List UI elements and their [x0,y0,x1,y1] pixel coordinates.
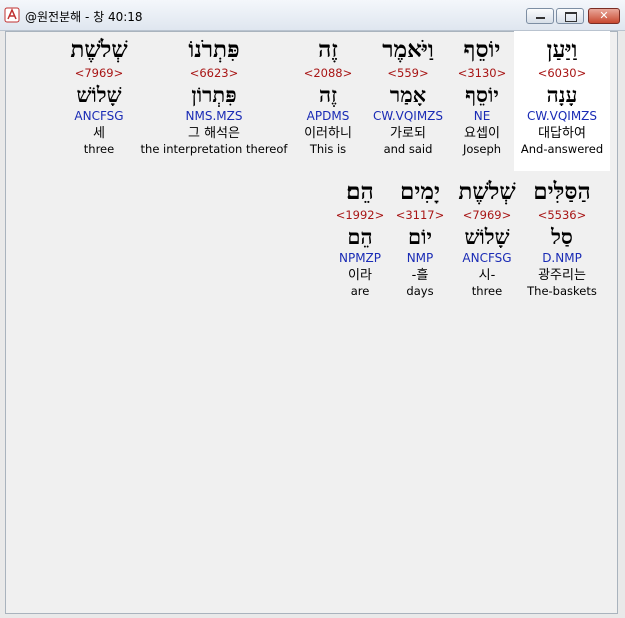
korean-gloss: -흘 [411,268,429,283]
parsing-code: ANCFSG [462,251,512,265]
hebrew-word: הֵם׃ [346,178,374,205]
hebrew-word: הַסַּלִּים [533,178,591,205]
korean-gloss: 세 [93,126,105,141]
english-gloss: And-answered [520,142,604,156]
title-bar[interactable]: @원전분해 - 창 40:18 ✕ [0,0,625,31]
hebrew-word: יָמִים [399,178,441,205]
english-gloss: This is [309,142,347,156]
english-gloss: and said [383,142,433,156]
hebrew-root: שָׁלוֹשׁ [76,82,122,107]
english-gloss: three [471,284,503,298]
english-gloss: three [83,142,115,156]
close-icon: ✕ [599,9,609,22]
hebrew-root: פִּתְרוֹן [191,82,237,107]
strong-number[interactable]: <2088> [292,65,364,81]
strong-number[interactable]: <7969> [454,207,520,223]
word-block[interactable]: פִּתְרֹנוֹ <6623> פִּתְרוֹן NMS.MZS 그 해석… [140,35,288,157]
korean-gloss: 이러하니 [304,126,352,141]
hebrew-root: אָמַר [389,82,427,107]
strong-number[interactable]: <7969> [62,65,136,81]
parsing-code: NPMZP [338,251,382,265]
word-block[interactable]: שְׁלֹשֶׁת <7969> שָׁלוֹשׁ ANCFSG 시- thre… [454,177,520,299]
maximize-button[interactable] [556,8,584,24]
close-button[interactable]: ✕ [588,8,620,24]
strong-number[interactable]: <5536> [524,207,600,223]
hebrew-root: הֵם [347,224,373,249]
korean-gloss: 그 해석은 [188,126,240,141]
parsing-code: CW.VQIMZS [526,109,598,123]
korean-gloss: 시- [478,268,496,283]
parsing-code: NE [473,109,491,123]
word-block[interactable]: יָמִים <3117> יוֹם NMP -흘 days [394,177,446,299]
hebrew-root: סַל [551,224,573,249]
hebrew-word: שְׁלֹשֶׁת [70,36,128,63]
hebrew-root: שָׁלוֹשׁ [464,224,510,249]
hebrew-root: זֶה [319,82,337,107]
hebrew-root: יוֹם [408,224,432,249]
word-block[interactable]: יוֹסֵף <3130> יוֹסֵף NE 요셉이 Joseph [450,35,514,157]
hebrew-word: וַיַּעַן [546,36,578,63]
word-block[interactable]: וַיַּעַן <6030> עָנָה CW.VQIMZS 대답하여 And… [518,35,606,157]
word-block[interactable]: זֶה <2088> זֶה APDMS 이러하니 This is [292,35,364,157]
strong-number[interactable]: <6030> [518,65,606,81]
korean-gloss: 가로되 [390,126,426,141]
hebrew-root: עָנָה [546,82,578,107]
hebrew-root: יוֹסֵף [465,82,499,107]
korean-gloss: 이라 [348,268,372,283]
parsing-code: NMP [406,251,434,265]
korean-gloss: 대답하여 [538,126,586,141]
english-gloss: Joseph [462,142,502,156]
korean-gloss: 광주리는 [538,268,586,283]
english-gloss: days [406,284,434,298]
korean-gloss: 요셉이 [464,126,500,141]
parsing-code: APDMS [306,109,350,123]
word-block[interactable]: הַסַּלִּים <5536> סַל D.NMP 광주리는 The-bas… [524,177,600,299]
minimize-icon [536,17,545,19]
maximize-icon [565,12,577,22]
english-gloss: are [350,284,370,298]
strong-number[interactable]: <6623> [140,65,288,81]
strong-number[interactable]: <1992> [334,207,386,223]
hebrew-word: יוֹסֵף [463,36,501,63]
strong-number[interactable]: <3117> [394,207,446,223]
hebrew-word: שְׁלֹשֶׁת [458,178,516,205]
minimize-button[interactable] [526,8,554,24]
english-gloss: The-baskets [527,284,597,298]
word-block[interactable]: וַיֹּאמֶר <559> אָמַר CW.VQIMZS 가로되 and … [366,35,450,157]
english-gloss: the interpretation thereof [140,142,288,156]
hebrew-word: פִּתְרֹנוֹ [188,36,240,63]
strong-number[interactable]: <3130> [450,65,514,81]
window-title: @원전분해 - 창 40:18 [25,10,143,24]
word-block[interactable]: שְׁלֹשֶׁת <7969> שָׁלוֹשׁ ANCFSG 세 three [62,35,136,157]
strong-number[interactable]: <559> [366,65,450,81]
hebrew-word: זֶה [318,36,338,63]
word-block[interactable]: הֵם׃ <1992> הֵם NPMZP 이라 are [334,177,386,299]
parsing-code: ANCFSG [74,109,124,123]
parsing-code: CW.VQIMZS [372,109,444,123]
parsing-code: NMS.MZS [185,109,243,123]
parsing-code: D.NMP [542,251,582,265]
hebrew-word: וַיֹּאמֶר [382,36,434,63]
app-icon [4,7,20,23]
